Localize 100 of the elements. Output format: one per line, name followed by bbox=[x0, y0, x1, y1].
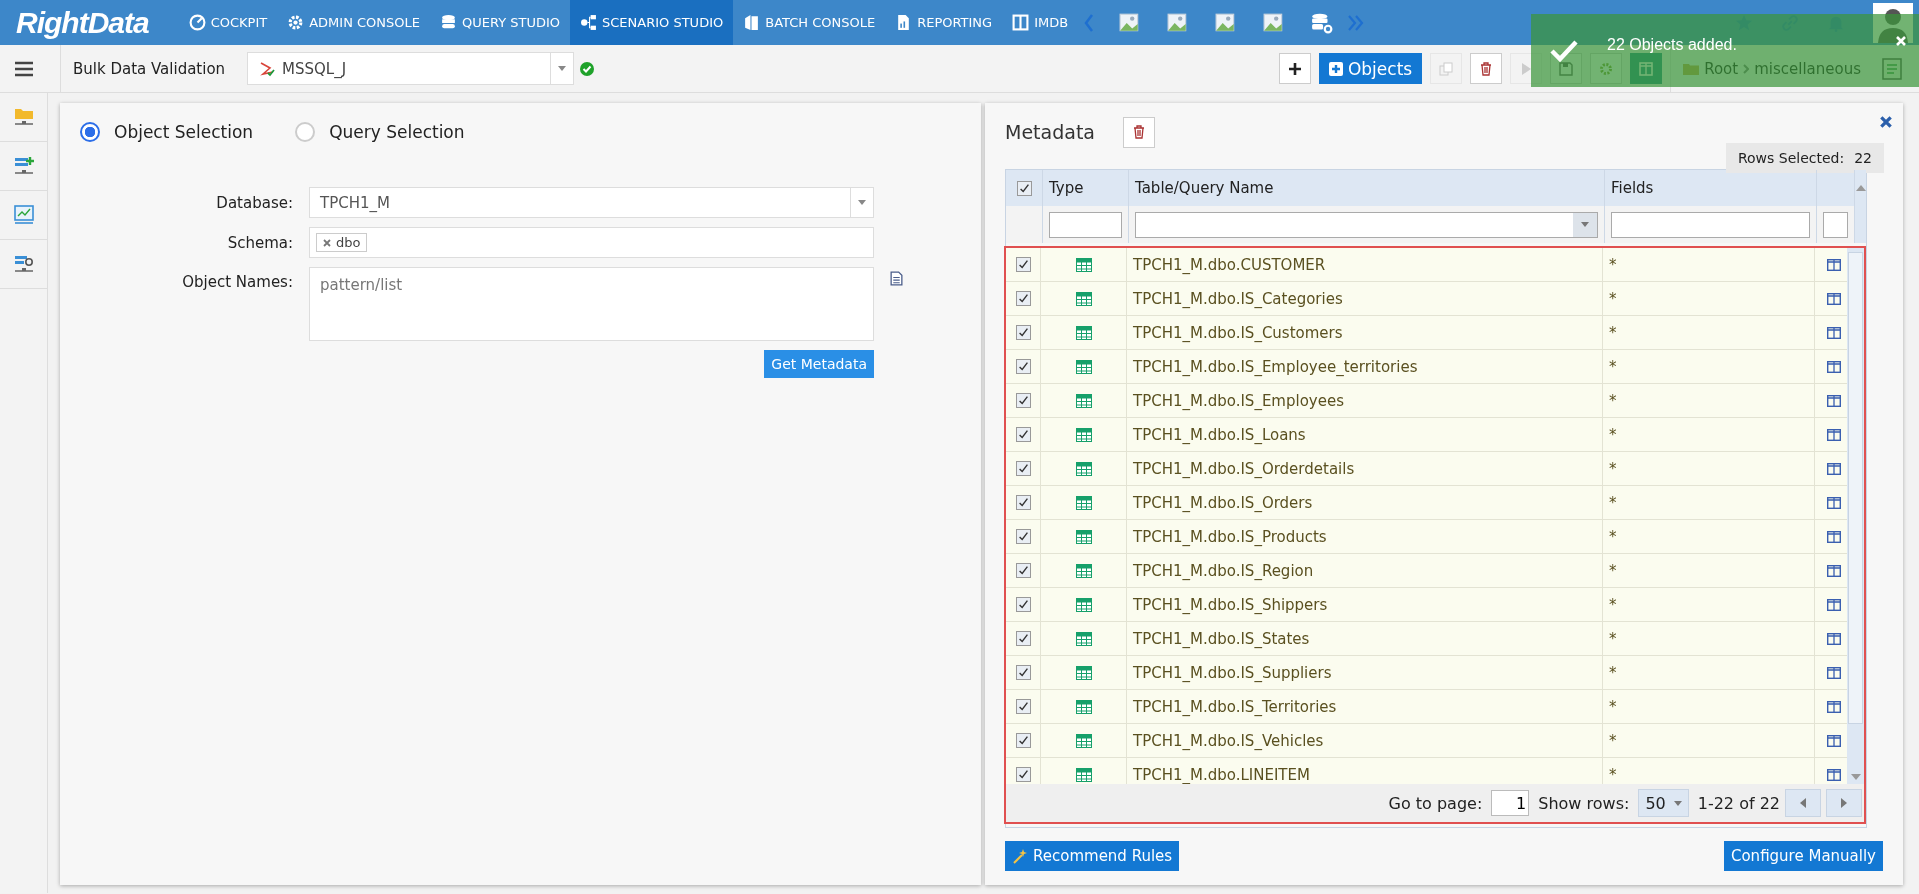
radio-option[interactable]: Query Selection bbox=[295, 122, 465, 142]
table-cell: TPCH1_M.dbo.IS_Territories bbox=[1127, 690, 1603, 723]
field-label: Database: bbox=[215, 193, 293, 212]
columns-icon[interactable] bbox=[1826, 258, 1841, 271]
field-label: Object Names: bbox=[181, 272, 293, 291]
gear-icon bbox=[287, 14, 305, 31]
table-cell: * bbox=[1603, 316, 1815, 349]
panel-title: Metadata bbox=[1005, 121, 1095, 143]
gauge-icon bbox=[188, 14, 206, 31]
add-objects-button[interactable]: Objects bbox=[1318, 53, 1423, 84]
table-cell: TPCH1_M.dbo.IS_Suppliers bbox=[1127, 656, 1603, 689]
filter-field[interactable] bbox=[1823, 211, 1848, 238]
delete-button[interactable] bbox=[1123, 116, 1155, 148]
database-dropdown[interactable]: TPCH1_M bbox=[309, 187, 874, 218]
nav-tab[interactable]: IMDB bbox=[1002, 0, 1079, 45]
trash-icon bbox=[1132, 125, 1146, 139]
object-names-field[interactable]: pattern/list bbox=[309, 267, 874, 341]
database-gear-icon[interactable] bbox=[1311, 11, 1334, 34]
nav-tab[interactable]: QUERY STUDIO bbox=[430, 0, 571, 45]
nav-tab[interactable]: REPORTING bbox=[885, 0, 1003, 45]
filter-field[interactable] bbox=[1611, 211, 1810, 238]
row-checkbox[interactable] bbox=[1015, 665, 1031, 680]
row-checkbox[interactable] bbox=[1015, 461, 1031, 476]
columns-icon[interactable] bbox=[1826, 632, 1841, 645]
row-checkbox[interactable] bbox=[1015, 393, 1031, 408]
radio-button[interactable] bbox=[80, 122, 100, 142]
folder-icon[interactable] bbox=[12, 106, 35, 128]
close-icon[interactable] bbox=[1879, 115, 1893, 129]
add-list-icon[interactable] bbox=[12, 155, 35, 177]
triangle-right-icon bbox=[1841, 798, 1847, 808]
schema-field[interactable]: dbo bbox=[309, 227, 874, 258]
select-all-checkbox[interactable] bbox=[1016, 180, 1032, 196]
list-settings-icon[interactable] bbox=[12, 253, 35, 275]
nav-tab[interactable]: SCENARIO STUDIO bbox=[570, 0, 734, 45]
row-checkbox[interactable] bbox=[1015, 257, 1031, 272]
columns-icon[interactable] bbox=[1826, 564, 1841, 577]
radio-option[interactable]: Object Selection bbox=[80, 122, 254, 142]
columns-icon[interactable] bbox=[1826, 700, 1841, 713]
columns-icon[interactable] bbox=[1826, 326, 1841, 339]
logo[interactable]: RightData bbox=[0, 5, 179, 40]
row-checkbox[interactable] bbox=[1015, 427, 1031, 442]
breadcrumb-item[interactable]: miscellaneous bbox=[1754, 59, 1861, 78]
table-cell: TPCH1_M.dbo.IS_Region bbox=[1127, 554, 1603, 587]
document-icon[interactable] bbox=[890, 271, 903, 286]
row-checkbox[interactable] bbox=[1015, 325, 1031, 340]
scrollbar[interactable] bbox=[1847, 248, 1864, 784]
page-title: Bulk Data Validation bbox=[60, 45, 226, 92]
rows-per-page-dropdown[interactable]: 50 bbox=[1638, 789, 1689, 817]
configure-manually-button[interactable]: Configure Manually bbox=[1723, 841, 1883, 871]
columns-icon[interactable] bbox=[1826, 734, 1841, 747]
delete-button[interactable] bbox=[1470, 53, 1503, 84]
menu-icon[interactable] bbox=[14, 60, 34, 77]
caret-icon bbox=[858, 200, 866, 205]
table-icon bbox=[1075, 631, 1092, 646]
add-button[interactable] bbox=[1278, 53, 1311, 84]
columns-icon[interactable] bbox=[1826, 360, 1841, 373]
row-checkbox[interactable] bbox=[1015, 359, 1031, 374]
remove-icon[interactable] bbox=[323, 238, 331, 247]
nav-tab[interactable]: COCKPIT bbox=[178, 0, 278, 45]
recommend-rules-button[interactable]: Recommend Rules bbox=[1005, 841, 1180, 871]
columns-icon[interactable] bbox=[1826, 768, 1841, 781]
row-checkbox[interactable] bbox=[1015, 597, 1031, 612]
connection-dropdown[interactable]: MSSQL_J bbox=[247, 52, 575, 85]
row-checkbox[interactable] bbox=[1015, 495, 1031, 510]
radio-button[interactable] bbox=[295, 122, 316, 142]
caret-icon bbox=[1673, 800, 1682, 806]
columns-icon[interactable] bbox=[1826, 598, 1841, 611]
table-cell: * bbox=[1603, 724, 1815, 757]
get-metadata-button[interactable]: Get Metadata bbox=[764, 350, 874, 378]
filter-field[interactable] bbox=[1049, 211, 1122, 238]
row-checkbox[interactable] bbox=[1015, 631, 1031, 646]
row-checkbox[interactable] bbox=[1015, 767, 1031, 782]
monitor-chart-icon[interactable] bbox=[12, 204, 35, 226]
nav-tab[interactable]: ADMIN CONSOLE bbox=[277, 0, 430, 45]
caret-icon bbox=[1581, 222, 1589, 227]
plus-icon bbox=[1287, 61, 1302, 76]
row-checkbox[interactable] bbox=[1015, 291, 1031, 306]
columns-icon[interactable] bbox=[1826, 666, 1841, 679]
columns-icon[interactable] bbox=[1826, 394, 1841, 407]
columns-icon[interactable] bbox=[1826, 496, 1841, 509]
previous-page-button[interactable] bbox=[1785, 789, 1821, 817]
table-cell: TPCH1_M.dbo.IS_Shippers bbox=[1127, 588, 1603, 621]
row-checkbox[interactable] bbox=[1015, 563, 1031, 578]
columns-icon[interactable] bbox=[1826, 530, 1841, 543]
triangle-left-icon bbox=[1800, 798, 1806, 808]
table-cell: TPCH1_M.dbo.IS_Loans bbox=[1127, 418, 1603, 451]
nav-tab[interactable]: BATCH CONSOLE bbox=[733, 0, 886, 45]
table-cell: * bbox=[1603, 418, 1815, 451]
schema-tag[interactable]: dbo bbox=[316, 233, 368, 252]
page-number-field[interactable]: 1 bbox=[1491, 790, 1530, 816]
columns-icon[interactable] bbox=[1826, 292, 1841, 305]
row-checkbox[interactable] bbox=[1015, 699, 1031, 714]
row-checkbox[interactable] bbox=[1015, 529, 1031, 544]
table-cell: TPCH1_M.dbo.IS_States bbox=[1127, 622, 1603, 655]
breadcrumb-item[interactable]: Root bbox=[1704, 59, 1739, 78]
columns-icon[interactable] bbox=[1826, 428, 1841, 441]
columns-icon[interactable] bbox=[1826, 462, 1841, 475]
row-checkbox[interactable] bbox=[1015, 733, 1031, 748]
next-page-button[interactable] bbox=[1826, 789, 1862, 817]
magic-wand-icon bbox=[1012, 848, 1028, 864]
